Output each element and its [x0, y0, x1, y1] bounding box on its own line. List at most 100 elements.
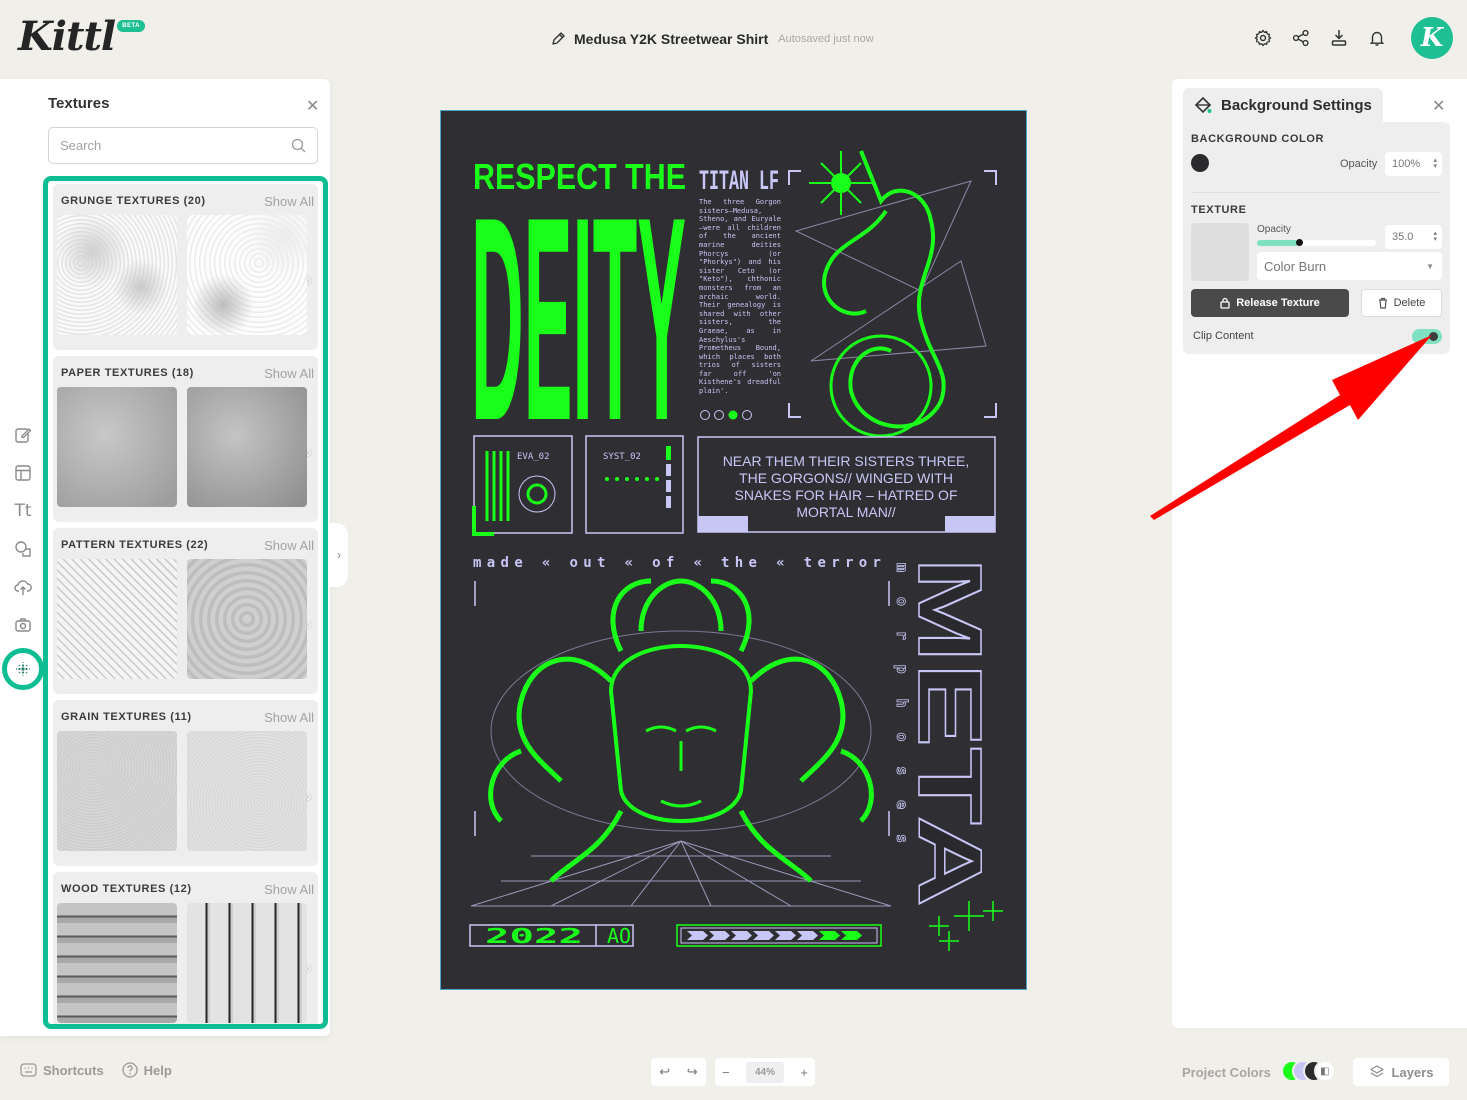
trash-icon: [1378, 297, 1387, 309]
texture-thumbnail[interactable]: [57, 215, 177, 335]
beta-badge: BETA: [117, 20, 145, 32]
texture-thumbnail[interactable]: [187, 903, 307, 1023]
headline-main[interactable]: DEITY: [471, 157, 686, 481]
settings-icon[interactable]: [1253, 28, 1273, 48]
bell-icon[interactable]: [1367, 28, 1387, 48]
background-settings-tab[interactable]: Background Settings: [1183, 88, 1383, 122]
user-avatar[interactable]: K: [1411, 17, 1453, 59]
tag-right[interactable]: TITAN LF: [699, 167, 779, 198]
share-icon[interactable]: [1291, 28, 1311, 48]
quote-line: THE GORGONS// WINGED WITH: [739, 470, 953, 486]
texture-opacity-slider[interactable]: [1257, 239, 1376, 246]
textures-tool-button[interactable]: [2, 648, 44, 690]
stepper-icon[interactable]: ▴ ▾: [1433, 230, 1437, 243]
texture-category-pattern: PATTERN TEXTURES (22) Show All ›: [53, 528, 318, 694]
project-color-swatches[interactable]: ◧: [1280, 1060, 1341, 1084]
stepper-icon[interactable]: ▴ ▾: [1433, 157, 1437, 170]
quote-line: SNAKES FOR HAIR – HATRED OF: [735, 487, 958, 503]
layout-icon[interactable]: [13, 463, 33, 483]
shapes-icon[interactable]: [13, 539, 33, 559]
texture-category-paper: PAPER TEXTURES (18) Show All ›: [53, 356, 318, 522]
document-name[interactable]: Medusa Y2K Streetwear Shirt: [574, 31, 768, 47]
texture-category-grain: GRAIN TEXTURES (11) Show All ›: [53, 700, 318, 866]
texture-preview[interactable]: [1191, 223, 1249, 281]
release-texture-button[interactable]: Release Texture: [1191, 289, 1349, 317]
annotation-arrow: [1150, 335, 1432, 520]
arrow-chevron: [841, 931, 862, 940]
pagination-dots: [700, 410, 752, 420]
help-label: Help: [143, 1062, 172, 1078]
chevron-right-icon[interactable]: ›: [307, 272, 312, 290]
body-text[interactable]: The three Gorgon sisters—Medusa, Stheno,…: [699, 198, 781, 396]
unicorn-illustration[interactable]: [788, 150, 997, 438]
edit-icon[interactable]: [13, 425, 33, 445]
zoom-in-button[interactable]: +: [800, 1065, 808, 1080]
divider: [1191, 192, 1441, 193]
download-icon[interactable]: [1329, 28, 1349, 48]
pencil-icon: [552, 32, 565, 45]
texture-thumbnail[interactable]: [187, 215, 307, 335]
shortcuts-button[interactable]: Shortcuts: [20, 1063, 104, 1078]
textures-panel-title: Textures: [48, 95, 110, 112]
year-badge[interactable]: 2022 AO: [469, 924, 634, 948]
zoom-level[interactable]: 44%: [745, 1061, 784, 1083]
close-icon[interactable]: ✕: [1432, 96, 1445, 116]
show-all-link[interactable]: Show All: [264, 882, 314, 897]
palette-icon[interactable]: ◧: [1313, 1060, 1336, 1082]
category-title: PAPER TEXTURES (18): [61, 367, 194, 379]
layers-icon: [1369, 1065, 1384, 1078]
close-icon[interactable]: ✕: [306, 96, 319, 116]
show-all-link[interactable]: Show All: [264, 710, 314, 725]
design-canvas[interactable]: RESPECT THE TITAN LF DEITY The three Gor…: [440, 110, 1027, 990]
vertical-meta-text[interactable]: META: [898, 556, 1000, 908]
texture-thumbnail[interactable]: [187, 559, 307, 679]
texture-thumbnail[interactable]: [57, 903, 177, 1023]
header-actions: K: [1253, 17, 1453, 59]
texture-thumbnail[interactable]: [57, 387, 177, 507]
chevron-right-icon[interactable]: ›: [307, 616, 312, 634]
layers-button[interactable]: Layers: [1353, 1058, 1449, 1086]
layers-label: Layers: [1391, 1064, 1434, 1080]
arrow-chevron: [797, 931, 818, 940]
undo-icon[interactable]: ↩: [659, 1064, 670, 1080]
texture-thumbnail[interactable]: [57, 559, 177, 679]
delete-texture-button[interactable]: Delete: [1361, 289, 1442, 317]
texture-thumbnail[interactable]: [187, 731, 307, 851]
kittl-logo[interactable]: Kittl BETA: [18, 14, 145, 60]
redo-icon[interactable]: ↪: [687, 1064, 698, 1080]
show-all-link[interactable]: Show All: [264, 194, 314, 209]
document-title-bar[interactable]: Medusa Y2K Streetwear Shirt Autosaved ju…: [550, 28, 874, 50]
logo-text: Kittl: [18, 13, 116, 60]
collapse-panel-button[interactable]: ›: [330, 523, 348, 587]
background-opacity-input[interactable]: 100% ▴ ▾: [1385, 152, 1442, 176]
quote-box[interactable]: NEAR THEM THEIR SISTERS THREE, THE GORGO…: [697, 436, 996, 533]
upload-icon[interactable]: [13, 577, 33, 597]
show-all-link[interactable]: Show All: [264, 538, 314, 553]
help-button[interactable]: Help: [122, 1062, 172, 1078]
search-icon[interactable]: [291, 138, 306, 153]
zoom-out-button[interactable]: −: [722, 1065, 730, 1080]
camera-icon[interactable]: [13, 615, 33, 635]
eva-label: EVA_02: [517, 452, 550, 462]
texture-thumbnail[interactable]: [57, 731, 177, 851]
texture-thumbnail[interactable]: [187, 387, 307, 507]
keyboard-icon: [20, 1063, 37, 1077]
texture-categories[interactable]: GRUNGE TEXTURES (20) Show All › PAPER TEX…: [43, 176, 328, 1029]
text-icon[interactable]: Tt: [13, 501, 33, 521]
slider-handle[interactable]: [1295, 239, 1303, 246]
background-color-swatch[interactable]: [1191, 154, 1209, 172]
tagline[interactable]: made « out « of « the « terror: [473, 555, 881, 571]
panel-title: Background Settings: [1221, 96, 1372, 114]
arrow-chevron: [731, 931, 752, 940]
arrow-chevron: [819, 931, 840, 940]
project-colors: Project Colors ◧: [1182, 1060, 1341, 1084]
chevron-right-icon[interactable]: ›: [307, 788, 312, 806]
lock-icon: [1220, 297, 1230, 309]
chevron-right-icon[interactable]: ›: [307, 960, 312, 978]
blend-mode-select[interactable]: Color Burn ▼: [1257, 252, 1442, 280]
medusa-illustration[interactable]: [470, 578, 892, 907]
chevron-right-icon[interactable]: ›: [307, 444, 312, 462]
texture-opacity-input[interactable]: 35.0 ▴ ▾: [1385, 225, 1442, 249]
search-input[interactable]: [60, 138, 291, 153]
show-all-link[interactable]: Show All: [264, 366, 314, 381]
